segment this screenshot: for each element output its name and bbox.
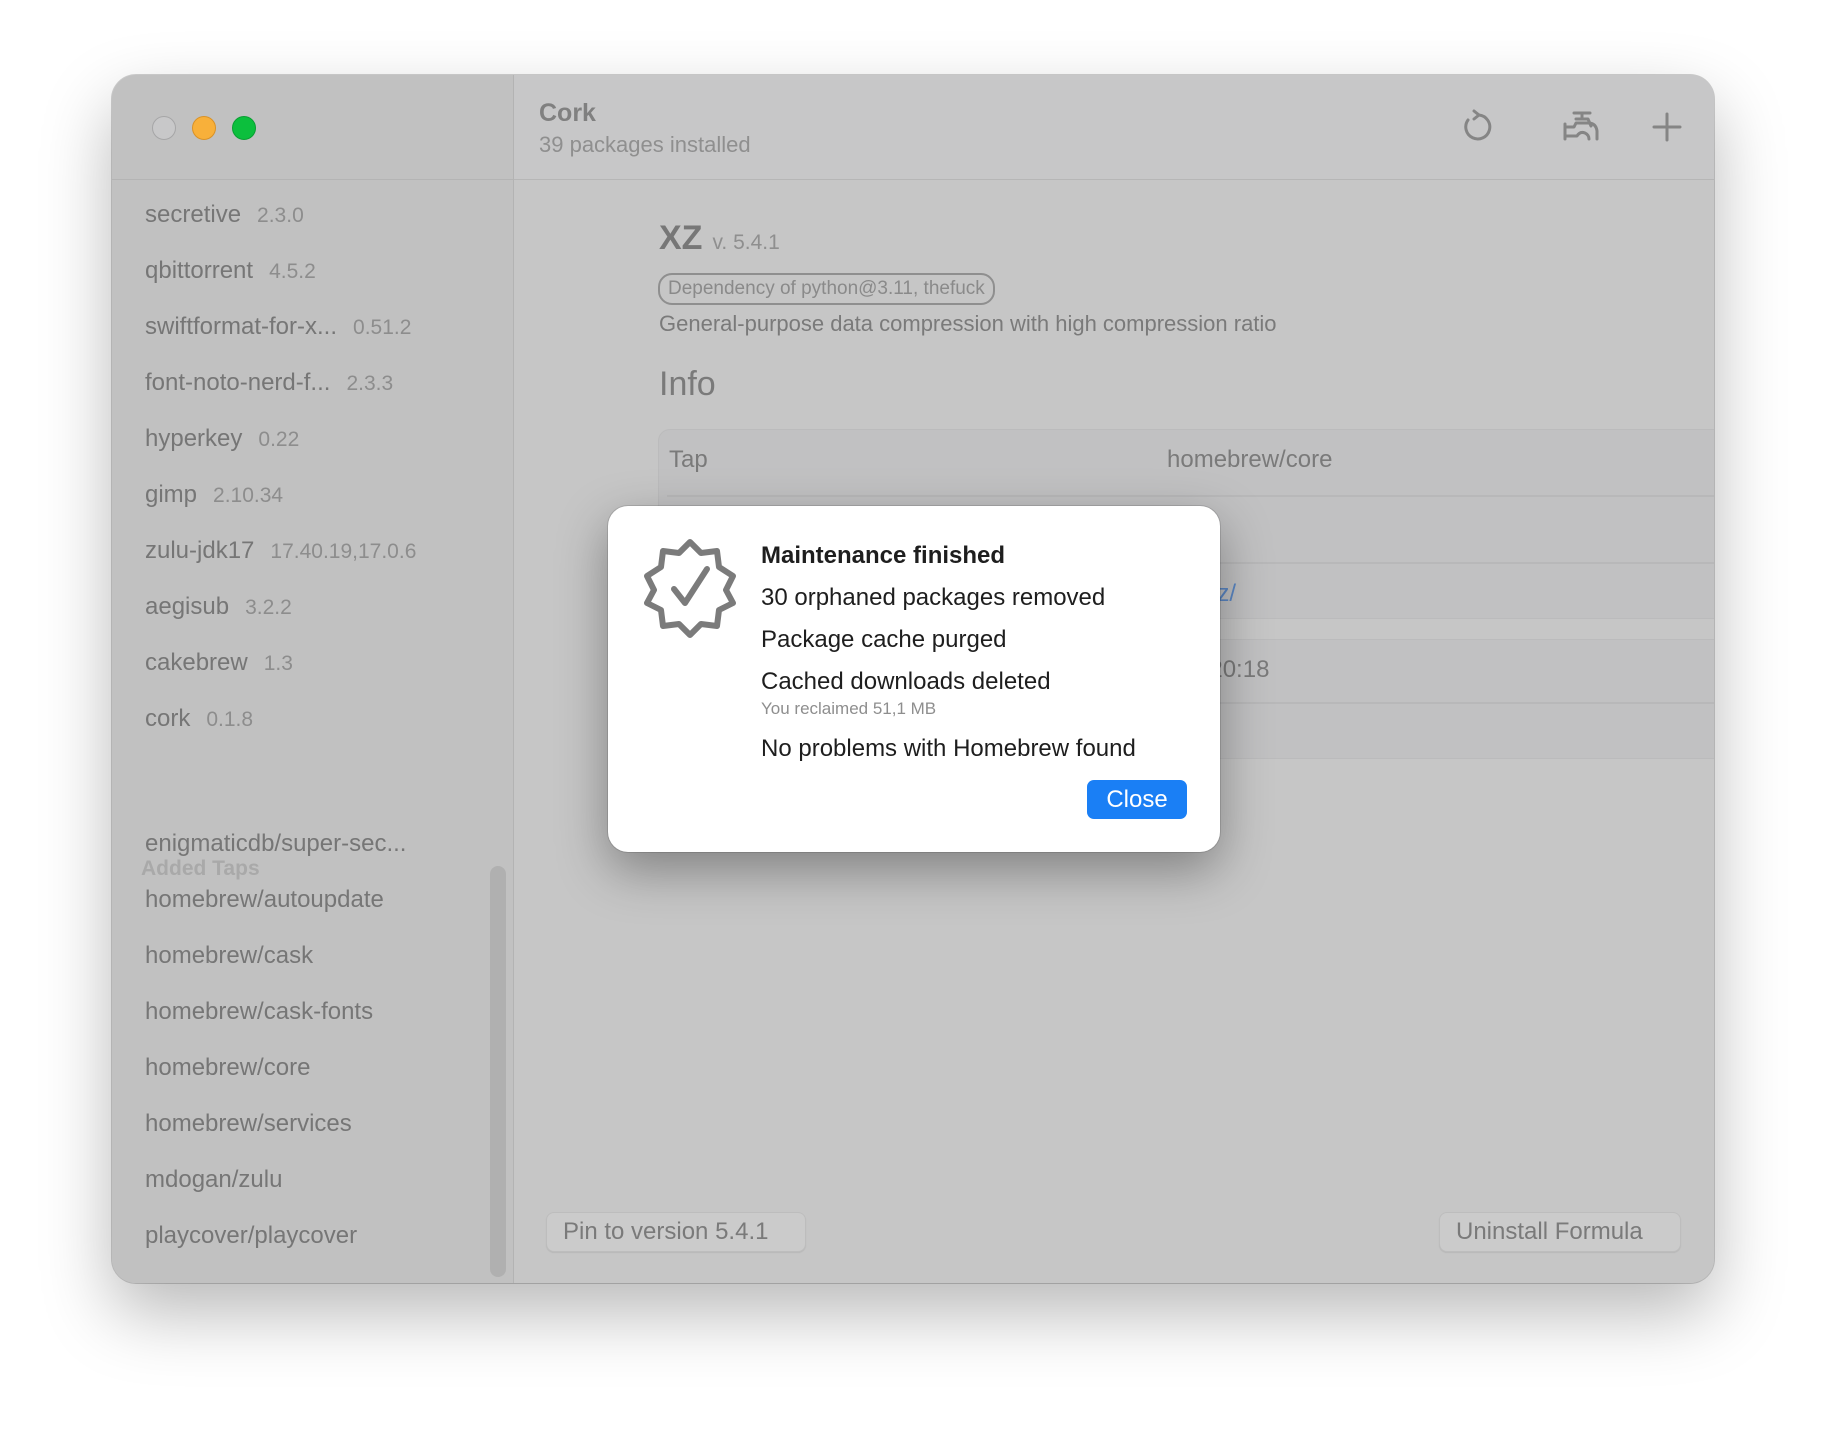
uninstall-formula-button[interactable]: Uninstall Formula	[1439, 1212, 1681, 1252]
info-value: homebrew/core	[1167, 446, 1333, 473]
package-name: qbittorrent	[145, 257, 254, 284]
maintenance-dialog: Maintenance finished 30 orphaned package…	[608, 506, 1220, 852]
sidebar-tap-item[interactable]: homebrew/autoupdate	[145, 886, 384, 914]
package-version: 4.5.2	[269, 260, 316, 283]
downloads-deleted-text: Cached downloads deleted	[761, 668, 1051, 695]
sidebar-tap-item[interactable]: mdogan/zulu	[145, 1166, 282, 1194]
checkmark-seal-icon	[644, 539, 736, 638]
package-version: 0.51.2	[353, 316, 412, 339]
sidebar-package-item[interactable]: secretive 2.3.0	[145, 201, 304, 241]
plus-icon	[1652, 112, 1682, 142]
add-package-button[interactable]	[1645, 105, 1689, 149]
package-name: font-noto-nerd-f...	[145, 369, 331, 396]
package-version: 17.40.19,17.0.6	[270, 540, 417, 563]
added-taps-header: Added Taps	[141, 857, 260, 880]
sidebar-package-item[interactable]: zulu-jdk17 17.40.19,17.0.6	[145, 537, 416, 577]
package-name: gimp	[145, 481, 198, 508]
sidebar-package-item[interactable]: font-noto-nerd-f... 2.3.3	[145, 369, 393, 409]
window-minimize-button[interactable]	[192, 116, 216, 140]
sidebar-scrollbar[interactable]	[490, 866, 506, 1277]
package-name: hyperkey	[145, 425, 243, 452]
refresh-icon	[1464, 109, 1492, 141]
info-row-tap: Tap homebrew/core	[667, 430, 1714, 497]
sidebar-package-item[interactable]: swiftformat-for-x... 0.51.2	[145, 313, 411, 353]
package-version: 0.22	[258, 428, 300, 451]
package-version: 1.3	[263, 652, 293, 675]
package-name: aegisub	[145, 593, 230, 620]
package-version: 2.10.34	[213, 484, 284, 507]
info-label: Tap	[669, 446, 708, 473]
package-name: zulu-jdk17	[145, 537, 255, 564]
tap-faucet-icon	[1563, 111, 1599, 141]
info-heading: Info	[659, 365, 716, 403]
sidebar-package-item[interactable]: cork 0.1.8	[145, 705, 253, 745]
dependency-badge: Dependency of python@3.11, thefuck	[658, 273, 995, 305]
package-version: 2.3.3	[346, 372, 394, 395]
installed-count: 39 packages installed	[539, 132, 751, 157]
sidebar: secretive 2.3.0 qbittorrent 4.5.2 swiftf…	[112, 75, 514, 1283]
close-button[interactable]: Close	[1087, 780, 1187, 819]
package-version: 2.3.0	[257, 204, 304, 227]
package-version: 3.2.2	[245, 596, 292, 619]
package-name: cakebrew	[145, 649, 248, 676]
sidebar-tap-item[interactable]: homebrew/core	[145, 1054, 310, 1082]
window-zoom-button[interactable]	[232, 116, 256, 140]
package-title: XZ v. 5.4.1	[659, 219, 780, 258]
package-name: cork	[145, 705, 191, 732]
package-description: General-purpose data compression with hi…	[659, 311, 1277, 336]
sidebar-tap-item[interactable]: homebrew/cask	[145, 942, 313, 970]
sidebar-tap-item[interactable]: homebrew/services	[145, 1110, 352, 1138]
toolbar: Cork 39 packages installed	[514, 75, 1714, 180]
refresh-button[interactable]	[1455, 105, 1499, 149]
package-version: 0.1.8	[206, 708, 254, 731]
orphans-removed-text: 30 orphaned packages removed	[761, 584, 1106, 611]
dialog-title: Maintenance finished	[761, 542, 1006, 569]
sidebar-tap-item[interactable]: playcover/playcover	[145, 1222, 357, 1250]
package-name: swiftformat-for-x...	[145, 313, 338, 340]
package-version-label: v. 5.4.1	[712, 231, 780, 254]
app-title: Cork	[539, 99, 596, 127]
sidebar-package-item[interactable]: aegisub 3.2.2	[145, 593, 292, 633]
health-check-text: No problems with Homebrew found	[761, 735, 1136, 762]
sidebar-tap-item[interactable]: enigmaticdb/super-sec...	[145, 830, 406, 858]
cache-purged-text: Package cache purged	[761, 626, 1007, 653]
sidebar-titlebar	[112, 75, 513, 180]
sidebar-package-item[interactable]: hyperkey 0.22	[145, 425, 299, 465]
reclaimed-space-text: You reclaimed 51,1 MB	[761, 699, 937, 718]
sidebar-package-item[interactable]: qbittorrent 4.5.2	[145, 257, 316, 297]
sidebar-package-item[interactable]: gimp 2.10.34	[145, 481, 283, 521]
tap-button[interactable]	[1556, 105, 1608, 149]
sidebar-package-item[interactable]: cakebrew 1.3	[145, 649, 293, 689]
pin-version-button[interactable]: Pin to version 5.4.1	[546, 1212, 806, 1252]
window-close-button[interactable]	[152, 116, 176, 140]
package-name: secretive	[145, 201, 242, 228]
sidebar-tap-item[interactable]: homebrew/cask-fonts	[145, 998, 373, 1026]
package-name-heading: XZ	[659, 219, 703, 257]
